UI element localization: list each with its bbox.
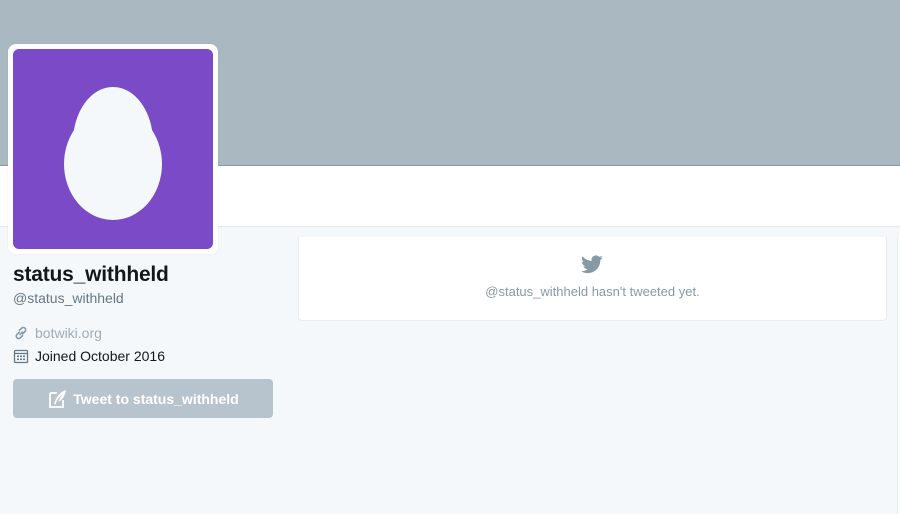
link-icon xyxy=(13,325,29,341)
bird-icon xyxy=(581,255,603,274)
timeline-empty-message: @status_withheld hasn't tweeted yet. xyxy=(485,284,700,299)
avatar-frame xyxy=(8,44,218,254)
profile-handle[interactable]: @status_withheld xyxy=(13,290,124,306)
profile-page: status_withheld @status_withheld botwiki… xyxy=(0,0,900,514)
calendar-icon xyxy=(13,348,29,364)
tweet-to-button[interactable]: Tweet to status_withheld xyxy=(13,379,273,418)
profile-joined-date: Joined October 2016 xyxy=(35,348,165,364)
timeline-empty-state: @status_withheld hasn't tweeted yet. xyxy=(298,237,887,321)
profile-joined-row: Joined October 2016 xyxy=(13,347,165,365)
tweet-to-button-label: Tweet to status_withheld xyxy=(73,390,239,407)
avatar[interactable] xyxy=(13,49,213,249)
profile-name[interactable]: status_withheld xyxy=(13,263,169,287)
compose-icon xyxy=(47,388,69,410)
profile-url-row: botwiki.org xyxy=(13,324,102,342)
egg-icon xyxy=(64,87,162,220)
profile-url-link[interactable]: botwiki.org xyxy=(35,325,102,341)
